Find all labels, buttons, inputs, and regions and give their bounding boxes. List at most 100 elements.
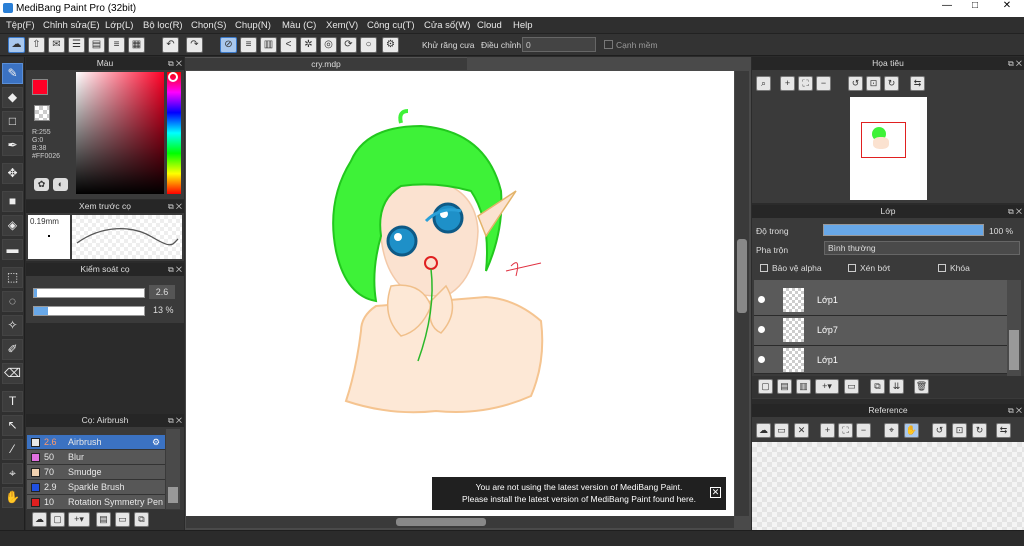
brush-item[interactable]: 10 Rotation Symmetry Pen	[27, 495, 165, 510]
operation-tool-icon[interactable]: ↖	[2, 415, 23, 436]
panel-controls-icon[interactable]: ⧉ ✕	[168, 57, 182, 70]
layer-row[interactable]: Lớp1	[754, 346, 1007, 374]
new-brush-icon[interactable]: ▢	[50, 512, 65, 527]
layer-row[interactable]: Lớp1	[754, 286, 1007, 316]
zoom-out-icon[interactable]: −	[816, 76, 831, 91]
ref-cloud-icon[interactable]: ☁	[756, 423, 771, 438]
color-set-icon[interactable]: ◐	[53, 178, 68, 191]
fit-icon[interactable]: ⛶	[798, 76, 813, 91]
eyedropper-tool-icon[interactable]: ⌖	[2, 463, 23, 484]
new-layer-icon[interactable]: ▢	[758, 379, 773, 394]
ref-close-icon[interactable]: ✕	[794, 423, 809, 438]
ref-fit-icon[interactable]: ⛶	[838, 423, 853, 438]
panel-controls-icon[interactable]: ⧉ ✕	[1008, 57, 1022, 70]
update-notice[interactable]: You are not using the latest version of …	[432, 477, 726, 510]
brush-size-value[interactable]: 2.6	[149, 285, 175, 299]
blend-mode-select[interactable]: Bình thường	[824, 241, 1020, 255]
eraser-tool-icon[interactable]: ◆	[2, 87, 23, 108]
palette-icon[interactable]: ✿	[34, 178, 49, 191]
lasso-tool-icon[interactable]: ◌	[2, 291, 23, 312]
brush-item[interactable]: 50 Blur	[27, 450, 165, 465]
menu-color[interactable]: Màu (C)	[282, 20, 316, 31]
layer-visibility-icon[interactable]	[758, 356, 765, 363]
ref-rotate-left-icon[interactable]: ↺	[932, 423, 947, 438]
shape-snap-icon[interactable]: ○	[360, 37, 377, 53]
menu-edit[interactable]: Chỉnh sửa(E)	[43, 20, 100, 31]
ref-zoom-out-icon[interactable]: −	[856, 423, 871, 438]
circle-snap-icon[interactable]: ◎	[320, 37, 337, 53]
comment-icon[interactable]: ✉	[48, 37, 65, 53]
layer-folder-icon[interactable]: ▭	[844, 379, 859, 394]
select-pen-tool-icon[interactable]: ✐	[2, 339, 23, 360]
rectangle-tool-icon[interactable]: □	[2, 111, 23, 132]
grid-icon[interactable]: ▦	[128, 37, 145, 53]
fill-rect-tool-icon[interactable]: ■	[2, 191, 23, 212]
gradient-tool-icon[interactable]: ▬	[2, 239, 23, 260]
rotate-right-icon[interactable]: ↻	[884, 76, 899, 91]
canvas-tab[interactable]: cry.mdp	[185, 57, 467, 70]
zoom-in-icon[interactable]: +	[780, 76, 795, 91]
delete-layer-icon[interactable]: 🗑	[914, 379, 929, 394]
menu-select[interactable]: Chọn(S)	[191, 20, 226, 31]
panel-controls-icon[interactable]: ⧉ ✕	[1008, 205, 1022, 218]
close-button[interactable]: ✕	[990, 0, 1024, 17]
panel-controls-icon[interactable]: ⧉ ✕	[168, 414, 182, 427]
ref-eyedropper-icon[interactable]: ⌖	[884, 423, 899, 438]
menu-layer[interactable]: Lớp(L)	[105, 20, 133, 31]
drawing-canvas[interactable]	[186, 71, 734, 516]
layer-visibility-icon[interactable]	[758, 296, 765, 303]
ref-flip-icon[interactable]: ⇆	[996, 423, 1011, 438]
reset-rotation-icon[interactable]: ⊡	[866, 76, 881, 91]
reference-image-area[interactable]	[752, 442, 1024, 530]
brush-settings-icon[interactable]: ▤	[96, 512, 111, 527]
select-rect-tool-icon[interactable]: ⬚	[2, 267, 23, 288]
cloud-brush-icon[interactable]: ☁	[32, 512, 47, 527]
maximize-button[interactable]: □	[962, 0, 988, 17]
menu-snap[interactable]: Chụp(N)	[235, 20, 271, 31]
brush-opacity-slider[interactable]	[33, 306, 145, 316]
minimize-button[interactable]: —	[934, 0, 960, 17]
menu-file[interactable]: Tệp(F)	[6, 20, 35, 31]
protect-alpha-checkbox[interactable]	[760, 264, 768, 272]
primary-color-swatch[interactable]	[32, 79, 48, 95]
ref-open-icon[interactable]: ▭	[774, 423, 789, 438]
new-bitmap-layer-icon[interactable]: ▥	[796, 379, 811, 394]
menu-view[interactable]: Xem(V)	[326, 20, 358, 31]
brush-tool-icon[interactable]: ✎	[2, 63, 23, 84]
document-icon[interactable]: ▤	[88, 37, 105, 53]
brush-list-scrollbar[interactable]	[166, 429, 180, 509]
ref-reset-icon[interactable]: ⊡	[952, 423, 967, 438]
ref-rotate-right-icon[interactable]: ↻	[972, 423, 987, 438]
divide-tool-icon[interactable]: ⁄	[2, 439, 23, 460]
brush-settings-gear-icon[interactable]: ⚙	[152, 437, 160, 448]
panel-controls-icon[interactable]: ⧉ ✕	[168, 200, 182, 213]
magic-wand-tool-icon[interactable]: ✧	[2, 315, 23, 336]
saturation-value-picker[interactable]	[76, 72, 164, 194]
list-icon[interactable]: ≡	[108, 37, 125, 53]
add-brush-icon[interactable]: +▾	[68, 512, 90, 527]
brush-item[interactable]: 2.6 Airbrush ⚙	[27, 435, 165, 450]
layer-scrollbar[interactable]	[1007, 280, 1021, 376]
menu-help[interactable]: Help	[513, 20, 533, 31]
hue-handle[interactable]	[168, 72, 178, 82]
redo-icon[interactable]: ↷	[186, 37, 203, 53]
menu-window[interactable]: Cửa số(W)	[424, 20, 470, 31]
select-eraser-tool-icon[interactable]: ⌫	[2, 363, 23, 384]
folder-icon[interactable]: ▭	[115, 512, 130, 527]
menu-filter[interactable]: Bộ lọc(R)	[143, 20, 183, 31]
perspective-snap-icon[interactable]: <	[280, 37, 297, 53]
layer-visibility-icon[interactable]	[758, 326, 765, 333]
undo-icon[interactable]: ↶	[162, 37, 179, 53]
merge-layer-icon[interactable]: ⇊	[889, 379, 904, 394]
adjust-select[interactable]: 0	[522, 37, 596, 52]
flip-icon[interactable]: ⇆	[910, 76, 925, 91]
canvas-horizontal-scrollbar[interactable]	[186, 516, 734, 528]
duplicate-icon[interactable]: ⧉	[134, 512, 149, 527]
menu-tools[interactable]: Công cụ(T)	[367, 20, 415, 31]
menu-cloud[interactable]: Cloud	[477, 20, 502, 31]
zoom-icon[interactable]: ⌕	[756, 76, 771, 91]
grid-snap-icon[interactable]: ▥	[260, 37, 277, 53]
brush-item[interactable]: 2.9 Sparkle Brush	[27, 480, 165, 495]
no-snap-icon[interactable]: ⊘	[220, 37, 237, 53]
edge-checkbox[interactable]	[604, 40, 613, 49]
